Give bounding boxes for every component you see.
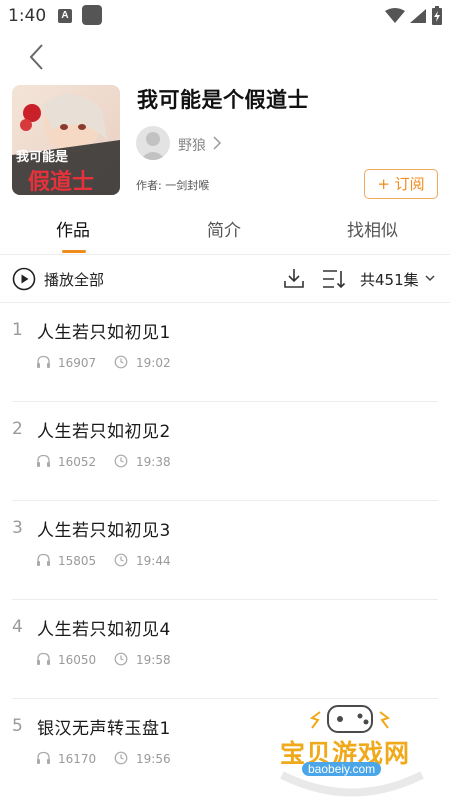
notification-a-icon: A xyxy=(58,9,72,23)
duration: 19:56 xyxy=(136,752,171,766)
signal-icon xyxy=(410,9,426,23)
play-circle-icon xyxy=(12,267,36,291)
album-cover-art: 我可能是 假道士 xyxy=(12,85,120,195)
chevron-right-icon xyxy=(213,136,222,150)
status-time: 1:40 xyxy=(8,6,47,26)
avatar[interactable] xyxy=(136,126,170,160)
battery-icon xyxy=(432,6,442,25)
play-count: 16050 xyxy=(58,653,97,667)
download-icon xyxy=(284,269,304,288)
play-count: 16907 xyxy=(58,356,97,370)
track-title: 人生若只如初见2 xyxy=(37,422,171,442)
track-row[interactable]: 2 人生若只如初见2 16052 19:38 xyxy=(0,402,450,501)
play-count: 15805 xyxy=(58,554,97,568)
track-number: 2 xyxy=(12,419,23,439)
tab-intro[interactable]: 简介 xyxy=(207,216,241,241)
track-number: 1 xyxy=(12,320,23,340)
writer-credit: 作者: 一剑封喉 xyxy=(136,179,210,192)
user-avatar-icon xyxy=(140,132,166,160)
track-title: 人生若只如初见4 xyxy=(37,620,171,640)
track-meta: 16052 19:38 xyxy=(36,454,296,470)
headphones-icon xyxy=(37,553,50,566)
track-meta: 16907 19:02 xyxy=(36,355,296,371)
play-count: 16052 xyxy=(58,455,97,469)
track-number: 4 xyxy=(12,617,23,637)
track-row[interactable]: 4 人生若只如初见4 16050 19:58 xyxy=(0,600,450,699)
status-bar: 1:40 A xyxy=(0,0,450,32)
album-title: 我可能是个假道士 xyxy=(137,88,309,112)
track-title: 人生若只如初见1 xyxy=(37,323,171,343)
tab-similar[interactable]: 找相似 xyxy=(347,216,398,241)
notification-square-icon xyxy=(82,5,102,25)
tab-works[interactable]: 作品 xyxy=(56,216,90,241)
author-name-link[interactable]: 野狼 xyxy=(178,135,206,155)
headphones-icon xyxy=(37,454,50,467)
duration: 19:02 xyxy=(136,356,171,370)
play-all-label: 播放全部 xyxy=(44,271,105,289)
clock-icon xyxy=(114,652,128,666)
headphones-icon xyxy=(37,355,50,368)
track-number: 5 xyxy=(12,716,23,736)
duration: 19:58 xyxy=(136,653,171,667)
track-number: 3 xyxy=(12,518,23,538)
divider xyxy=(0,254,450,255)
subscribe-button[interactable]: + 订阅 xyxy=(364,169,438,199)
cover-text-line1: 我可能是 xyxy=(16,149,69,165)
clock-icon xyxy=(114,553,128,567)
clock-icon xyxy=(114,355,128,369)
track-meta: 15805 19:44 xyxy=(36,553,296,569)
track-row[interactable]: 1 人生若只如初见1 16907 19:02 xyxy=(0,303,450,402)
track-meta: 16170 19:56 xyxy=(36,751,296,767)
download-button[interactable] xyxy=(283,267,305,293)
duration: 19:38 xyxy=(136,455,171,469)
chevron-down-icon xyxy=(425,275,435,282)
clock-icon xyxy=(114,454,128,468)
back-button[interactable] xyxy=(22,40,52,74)
duration: 19:44 xyxy=(136,554,171,568)
track-title: 人生若只如初见3 xyxy=(37,521,171,541)
active-tab-indicator xyxy=(62,250,86,253)
cover-text-line2: 假道士 xyxy=(28,169,94,195)
track-meta: 16050 19:58 xyxy=(36,652,296,668)
episode-count-selector[interactable]: 共451集 xyxy=(360,269,419,290)
watermark-url: baobeiy.com xyxy=(302,762,382,776)
tab-bar: 作品 简介 找相似 xyxy=(0,206,450,256)
watermark-logo: 宝贝游戏网 baobeiy.com xyxy=(272,700,432,800)
headphones-icon xyxy=(37,652,50,665)
track-title: 银汉无声转玉盘1 xyxy=(37,719,171,739)
sort-icon xyxy=(323,270,346,289)
sort-button[interactable] xyxy=(322,268,346,294)
chevron-left-icon xyxy=(29,44,43,70)
album-cover[interactable]: 我可能是 假道士 xyxy=(12,85,120,195)
clock-icon xyxy=(114,751,128,765)
track-row[interactable]: 3 人生若只如初见3 15805 19:44 xyxy=(0,501,450,600)
play-count: 16170 xyxy=(58,752,97,766)
headphones-icon xyxy=(37,751,50,764)
wifi-icon xyxy=(385,8,405,23)
